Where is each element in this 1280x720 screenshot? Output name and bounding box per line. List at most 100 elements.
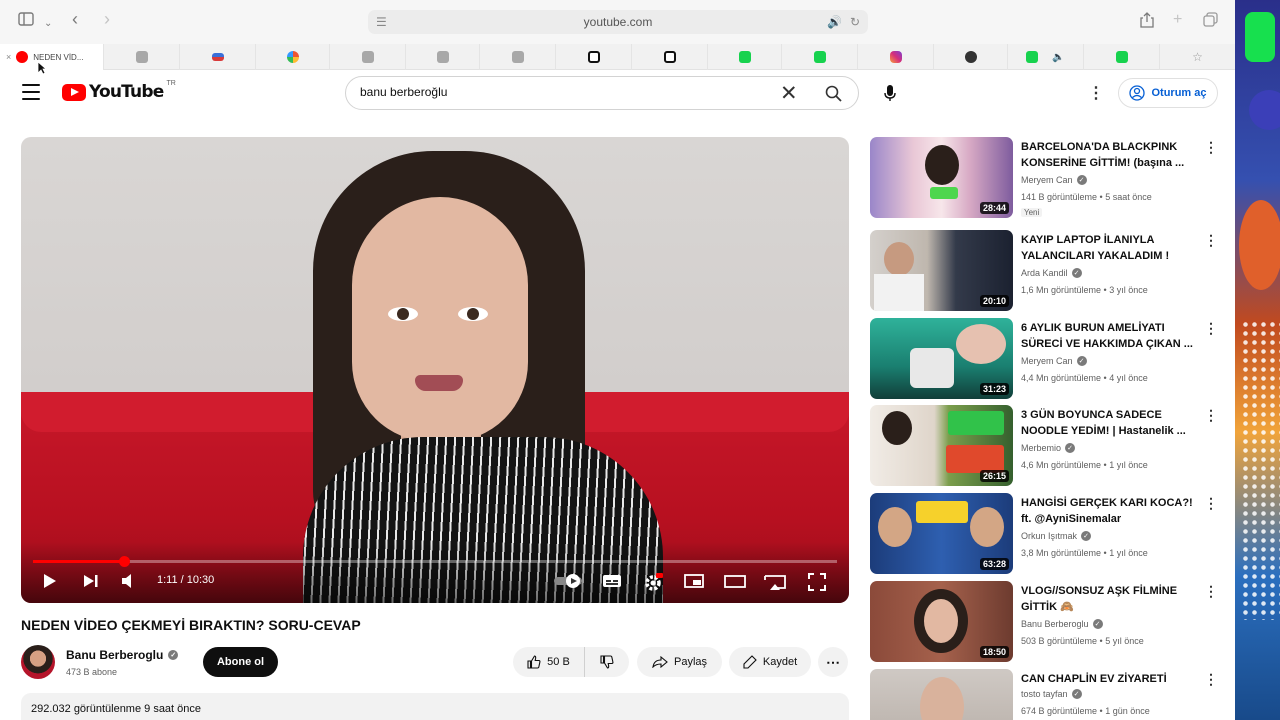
search-icon[interactable] <box>825 85 842 107</box>
subtitles-icon[interactable] <box>602 573 622 589</box>
video-player[interactable]: 1:11 / 10:30 <box>21 137 849 603</box>
video-thumbnail[interactable]: 28:44 <box>870 137 1013 218</box>
video-duration: 31:23 <box>979 383 1009 395</box>
back-icon[interactable]: ‹ <box>72 9 78 29</box>
tab[interactable] <box>104 44 180 70</box>
speaker-icon[interactable]: 🔊 <box>827 10 842 34</box>
video-thumbnail[interactable]: 31:23 <box>870 318 1013 399</box>
reload-icon[interactable]: ↻ <box>850 10 860 34</box>
recommendation-item[interactable]: 31:23 6 AYLIK BURUN AMELİYATI SÜRECİ VE … <box>870 318 1225 400</box>
more-options-icon[interactable]: ⋮ <box>1204 320 1218 337</box>
tab[interactable] <box>330 44 406 70</box>
recommendation-title[interactable]: BARCELONA'DA BLACKPINK KONSERİNE GİTTİM!… <box>1021 139 1201 171</box>
recommendation-item[interactable]: 18:50 VLOG//SONSUZ AŞK FİLMİNE GİTTİK 🙈 … <box>870 581 1225 663</box>
save-button[interactable]: Kaydet <box>729 647 811 677</box>
close-tab-icon[interactable]: × <box>6 52 11 62</box>
tab[interactable] <box>256 44 330 70</box>
recommendation-channel[interactable]: Banu Berberoglu ✓ <box>1021 619 1103 629</box>
more-options-icon[interactable]: ⋮ <box>1204 671 1218 688</box>
video-frame-eye <box>388 307 418 321</box>
video-thumbnail[interactable]: 18:50 <box>870 581 1013 662</box>
video-duration: 26:15 <box>979 470 1009 482</box>
recommendation-channel[interactable]: Merbemio ✓ <box>1021 443 1076 453</box>
more-options-icon[interactable]: ⋮ <box>1204 407 1218 424</box>
description-box[interactable]: 292.032 görüntülenme 9 saat önce <box>21 693 849 720</box>
tab[interactable]: ☆ <box>1160 44 1235 70</box>
recommendation-channel[interactable]: Orkun Işıtmak ✓ <box>1021 531 1092 541</box>
recommendation-title[interactable]: 3 GÜN BOYUNCA SADECE NOODLE YEDİM! | Has… <box>1021 407 1201 439</box>
recommendation-item[interactable]: 20:10 KAYIP LAPTOP İLANIYLA YALANCILARI … <box>870 230 1225 312</box>
tab[interactable] <box>180 44 256 70</box>
tab[interactable] <box>406 44 480 70</box>
tab[interactable] <box>632 44 708 70</box>
recommendation-title[interactable]: VLOG//SONSUZ AŞK FİLMİNE GİTTİK 🙈 <box>1021 583 1201 615</box>
chevron-down-icon[interactable]: ⌄ <box>44 14 52 34</box>
hamburger-menu-icon[interactable] <box>22 84 40 100</box>
tab-active[interactable]: × NEDEN VİD... <box>0 44 104 70</box>
recommendation-item[interactable]: 28:44 BARCELONA'DA BLACKPINK KONSERİNE G… <box>870 137 1225 219</box>
subscribe-button[interactable]: Abone ol <box>203 647 278 677</box>
recommendation-item[interactable]: 63:28 HANGİSİ GERÇEK KARI KOCA?! ft. @Ay… <box>870 493 1225 575</box>
video-thumbnail[interactable]: 63:28 <box>870 493 1013 574</box>
tab[interactable] <box>1084 44 1160 70</box>
play-icon[interactable] <box>43 573 57 589</box>
theater-mode-icon[interactable] <box>724 573 746 589</box>
reader-icon[interactable]: ☰ <box>376 10 387 34</box>
tab[interactable] <box>708 44 782 70</box>
recommendation-item[interactable]: 26:15 3 GÜN BOYUNCA SADECE NOODLE YEDİM!… <box>870 405 1225 487</box>
recommendation-channel[interactable]: Arda Kandil ✓ <box>1021 268 1082 278</box>
more-options-icon[interactable]: ⋮ <box>1204 495 1218 512</box>
cast-icon[interactable] <box>764 573 786 591</box>
sign-in-button[interactable]: Oturum aç <box>1118 78 1218 108</box>
progress-fill <box>33 560 124 563</box>
recommendation-title[interactable]: 6 AYLIK BURUN AMELİYATI SÜRECİ VE HAKKIM… <box>1021 320 1201 352</box>
more-options-icon[interactable]: ⋮ <box>1204 139 1218 156</box>
youtube-logo[interactable]: YouTube TR <box>62 80 176 102</box>
video-thumbnail[interactable]: 26:15 <box>870 405 1013 486</box>
video-thumbnail[interactable] <box>870 669 1013 720</box>
tab[interactable]: 🔈 <box>1008 44 1084 70</box>
search-input[interactable] <box>360 85 760 99</box>
recommendation-title[interactable]: HANGİSİ GERÇEK KARI KOCA?! ft. @AyniSine… <box>1021 495 1201 527</box>
more-actions-icon[interactable]: ⋯ <box>818 647 848 677</box>
tab[interactable] <box>858 44 934 70</box>
voice-search-mic-icon[interactable] <box>876 79 904 107</box>
autoplay-toggle[interactable] <box>553 573 585 589</box>
share-icon[interactable] <box>1140 12 1154 34</box>
settings-more-icon[interactable]: ⋮ <box>1088 83 1104 103</box>
channel-avatar[interactable] <box>21 645 55 679</box>
tab[interactable] <box>556 44 632 70</box>
fullscreen-icon[interactable] <box>808 573 826 591</box>
recommendation-channel[interactable]: tosto tayfan ✓ <box>1021 689 1082 699</box>
recommendation-title[interactable]: KAYIP LAPTOP İLANIYLA YALANCILARI YAKALA… <box>1021 232 1201 264</box>
video-thumbnail[interactable]: 20:10 <box>870 230 1013 311</box>
dislike-button[interactable] <box>585 647 629 677</box>
more-options-icon[interactable]: ⋮ <box>1204 232 1218 249</box>
settings-gear-icon[interactable] <box>643 573 663 593</box>
new-tab-icon[interactable]: + <box>1173 10 1182 30</box>
miniplayer-icon[interactable] <box>684 573 704 589</box>
sidebar-toggle-icon[interactable] <box>18 12 34 32</box>
share-button[interactable]: Paylaş <box>637 647 722 677</box>
clear-search-icon[interactable]: ✕ <box>780 81 798 106</box>
next-icon[interactable] <box>83 573 99 589</box>
audio-playing-icon[interactable]: 🔈 <box>1052 52 1064 63</box>
recommendation-channel[interactable]: Meryem Can ✓ <box>1021 356 1087 366</box>
recommendation-title[interactable]: CAN CHAPLİN EV ZİYARETİ <box>1021 671 1201 687</box>
sign-in-label: Oturum aç <box>1151 87 1207 99</box>
address-bar[interactable]: ☰ youtube.com 🔊 ↻ <box>368 10 868 34</box>
progress-bar[interactable] <box>33 556 837 567</box>
progress-scrubber[interactable] <box>118 556 130 567</box>
more-options-icon[interactable]: ⋮ <box>1204 583 1218 600</box>
tab[interactable] <box>934 44 1008 70</box>
recommendation-channel[interactable]: Meryem Can ✓ <box>1021 175 1087 185</box>
channel-name-link[interactable]: Banu Berberoglu ✓ <box>66 648 179 662</box>
like-button[interactable]: 50 B <box>513 647 585 677</box>
forward-icon[interactable]: › <box>104 9 110 29</box>
recommendation-item[interactable]: CAN CHAPLİN EV ZİYARETİ tosto tayfan ✓ 67… <box>870 669 1225 720</box>
volume-icon[interactable] <box>121 573 137 589</box>
youtube-header: YouTube TR ✕ ⋮ Oturum aç <box>0 70 1235 118</box>
tab[interactable] <box>782 44 858 70</box>
tab-overview-icon[interactable] <box>1203 12 1218 33</box>
tab[interactable] <box>480 44 556 70</box>
